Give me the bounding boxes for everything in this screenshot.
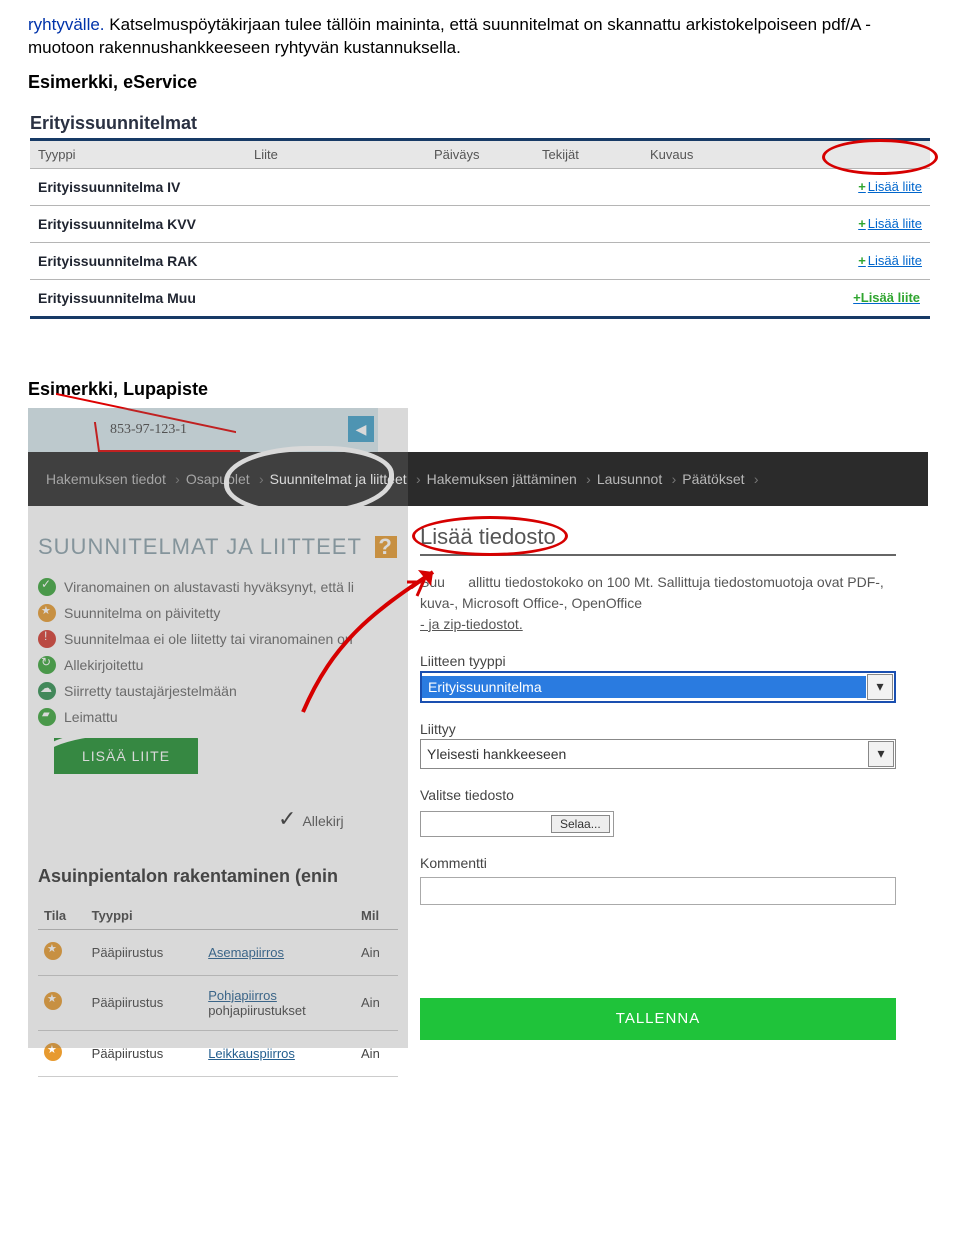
table-row: Pääpiirustus Pohjapiirrospohjapiirustuks… xyxy=(38,975,398,1030)
cell-type: Pääpiirustus xyxy=(86,929,203,975)
left-panel: SUUNNITELMAT JA LIITTEET ? Viranomainen … xyxy=(28,506,408,1048)
map-collapse-button[interactable]: ◀ xyxy=(348,416,374,442)
legend-list: Viranomainen on alustavasti hyväksynyt, … xyxy=(28,574,408,730)
legend-text: Allekirjoitettu xyxy=(64,657,143,673)
row-type: Erityissuunnitelma KVV xyxy=(30,205,246,242)
status-stamped-icon xyxy=(38,708,56,726)
add-file-dialog: Lisää tiedosto Suu allittu tiedostokoko … xyxy=(408,506,908,1046)
chevron-down-icon: ▾ xyxy=(867,674,893,700)
eservice-section-title: Erityissuunnitelmat xyxy=(30,113,930,134)
legend-text: Suunnitelma on päivitetty xyxy=(64,605,220,621)
cell-mil: Ain xyxy=(355,929,398,975)
table-row: Pääpiirustus Leikkauspiirros Ain xyxy=(38,1030,398,1076)
map-strip: 853-97-123-1 ◀ xyxy=(28,408,378,453)
legend-text: Siirretty taustajärjestelmään xyxy=(64,683,237,699)
relation-select-value: Yleisesti hankkeeseen xyxy=(421,743,867,765)
breadcrumb: Hakemuksen tiedot Osapuolet Suunnitelmat… xyxy=(28,452,928,506)
intro-paragraph: ryhtyvälle. Katselmuspöytäkirjaan tulee … xyxy=(0,0,960,68)
breadcrumb-item[interactable]: Hakemuksen tiedot xyxy=(36,471,176,487)
type-select-value: Erityissuunnitelma xyxy=(422,676,866,698)
file-input[interactable]: Selaa... xyxy=(420,811,614,837)
attachments-table: Tila Tyyppi Mil Pääpiirustus Asemapiirro… xyxy=(38,902,398,1077)
panel-title: SUUNNITELMAT JA LIITTEET ? xyxy=(28,506,408,574)
type-select[interactable]: Erityissuunnitelma ▾ xyxy=(420,671,896,703)
comment-input[interactable] xyxy=(420,877,896,905)
col-link xyxy=(202,902,355,930)
label-comment: Kommentti xyxy=(408,837,908,873)
add-attachment-link[interactable]: +Lisää liite xyxy=(853,290,922,305)
add-attachment-link[interactable]: +Lisää liite xyxy=(858,253,922,268)
sign-label: ✓Allekirj xyxy=(278,806,344,832)
col-kuvaus: Kuvaus xyxy=(642,141,822,169)
breadcrumb-item-active[interactable]: Suunnitelmat ja liitteet xyxy=(260,471,417,487)
relation-select[interactable]: Yleisesti hankkeeseen ▾ xyxy=(420,739,896,769)
check-icon: ✓ xyxy=(278,806,296,831)
col-mil: Mil xyxy=(355,902,398,930)
breadcrumb-item[interactable]: Osapuolet xyxy=(176,471,260,487)
col-tila: Tila xyxy=(38,902,86,930)
plus-icon: + xyxy=(858,253,866,268)
cell-type: Pääpiirustus xyxy=(86,975,203,1030)
attachment-link[interactable]: Leikkauspiirros xyxy=(208,1046,295,1061)
col-tekijat: Tekijät xyxy=(534,141,642,169)
legend-text: Viranomainen on alustavasti hyväksynyt, … xyxy=(64,579,354,595)
status-approved-icon xyxy=(38,578,56,596)
status-updated-icon xyxy=(44,992,62,1010)
label-file: Valitse tiedosto xyxy=(408,769,908,805)
table-row: Erityissuunnitelma Muu +Lisää liite xyxy=(30,279,930,317)
attachment-link[interactable]: Pohjapiirros xyxy=(208,988,277,1003)
label-type: Liitteen tyyppi xyxy=(408,635,908,671)
status-updated-icon xyxy=(44,1043,62,1061)
breadcrumb-item[interactable]: Lausunnot xyxy=(587,471,672,487)
legend-text: Leimattu xyxy=(64,709,118,725)
label-relation: Liittyy xyxy=(408,703,908,739)
table-row: Erityissuunnitelma IV +Lisää liite xyxy=(30,168,930,205)
status-updated-icon xyxy=(44,942,62,960)
help-icon[interactable]: ? xyxy=(375,536,397,558)
row-type: Erityissuunnitelma Muu xyxy=(30,279,246,317)
col-paivays: Päiväys xyxy=(426,141,534,169)
status-updated-icon xyxy=(38,604,56,622)
col-tyyppi: Tyyppi xyxy=(30,141,246,169)
plus-icon: +Lisää liite xyxy=(853,290,920,305)
attachment-link[interactable]: Asemapiirros xyxy=(208,945,284,960)
eservice-table: Tyyppi Liite Päiväys Tekijät Kuvaus Erit… xyxy=(30,141,930,319)
chevron-down-icon: ▾ xyxy=(868,741,894,767)
parcel-label: 853-97-123-1 xyxy=(110,422,187,438)
row-type: Erityissuunnitelma IV xyxy=(30,168,246,205)
add-attachment-link[interactable]: +Lisää liite xyxy=(858,216,922,231)
intro-rest: Katselmuspöytäkirjaan tulee tällöin main… xyxy=(28,15,871,57)
dialog-description: Suu allittu tiedostokoko on 100 Mt. Sall… xyxy=(408,556,908,635)
save-button[interactable]: TALLENNA xyxy=(420,998,896,1040)
section-subtitle: Asuinpientalon rakentaminen (enin xyxy=(38,866,338,887)
add-attachment-button[interactable]: LISÄÄ LIITE xyxy=(54,738,198,774)
heading-eservice: Esimerkki, eService xyxy=(0,68,960,101)
status-sent-icon xyxy=(38,682,56,700)
row-type: Erityissuunnitelma RAK xyxy=(30,242,246,279)
heading-lupapiste: Esimerkki, Lupapiste xyxy=(0,339,960,408)
cell-mil: Ain xyxy=(355,975,398,1030)
col-liite: Liite xyxy=(246,141,426,169)
table-row: Erityissuunnitelma KVV +Lisää liite xyxy=(30,205,930,242)
plus-icon: + xyxy=(858,216,866,231)
add-attachment-link[interactable]: +Lisää liite xyxy=(858,179,922,194)
cell-sublabel: pohjapiirustukset xyxy=(208,1003,306,1018)
status-missing-icon xyxy=(38,630,56,648)
col-tyyppi: Tyyppi xyxy=(86,902,203,930)
col-actions xyxy=(822,141,930,169)
dialog-title: Lisää tiedosto xyxy=(408,506,908,550)
cell-mil: Ain xyxy=(355,1030,398,1076)
table-row: Erityissuunnitelma RAK +Lisää liite xyxy=(30,242,930,279)
lupapiste-screenshot: 853-97-123-1 ◀ Hakemuksen tiedot Osapuol… xyxy=(28,408,928,1048)
status-signed-icon xyxy=(38,656,56,674)
legend-text: Suunnitelmaa ei ole liitetty tai viranom… xyxy=(64,631,353,647)
plus-icon: + xyxy=(858,179,866,194)
cell-type: Pääpiirustus xyxy=(86,1030,203,1076)
browse-button[interactable]: Selaa... xyxy=(551,815,610,833)
table-row: Pääpiirustus Asemapiirros Ain xyxy=(38,929,398,975)
breadcrumb-item[interactable]: Hakemuksen jättäminen xyxy=(417,471,587,487)
breadcrumb-item[interactable]: Päätökset xyxy=(672,471,754,487)
intro-first-word: ryhtyvälle. xyxy=(28,15,105,34)
